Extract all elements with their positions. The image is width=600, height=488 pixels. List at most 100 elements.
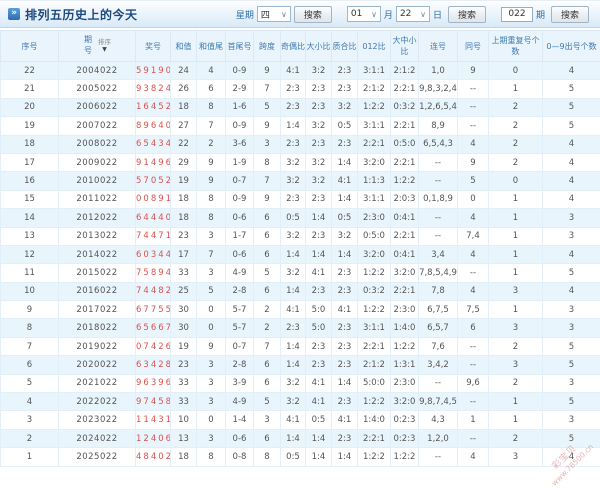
cell-same: -- (457, 79, 489, 99)
cell-odd-even: 1:4 (280, 336, 306, 357)
cell-big-small: 3:2 (305, 152, 332, 173)
weekday-select[interactable]: 四 ∨ (256, 6, 291, 22)
cell-same: -- (457, 116, 489, 136)
cell-odd-even: 2:3 (280, 134, 306, 154)
date-search-button[interactable]: 搜索 (447, 5, 486, 23)
month-label: 月 (383, 10, 393, 21)
cell-same: 1 (457, 410, 489, 430)
cell-prev-repeat: 2 (488, 97, 543, 118)
cell-big-mid-small: 0:2:3 (390, 428, 419, 449)
col-prev-repeat: 上期重复号个数 (488, 30, 543, 62)
title-bar: » 排列五历史上的今天 星期 四 ∨ 搜索 01 ∨ 月 22 ∨ 日 搜索 0… (0, 1, 600, 28)
cell-sum: 18 (170, 447, 197, 467)
cell-first-last: 0-8 (225, 447, 254, 467)
cell-serial: 14 (0, 208, 59, 228)
table-body: 22 2004022 59190 24 4 0-9 9 4:1 3:2 2:3 3:1:1 2:1:2… (0, 60, 600, 467)
cell-sum-tail: 8 (196, 97, 226, 118)
cell-prev-repeat: 1 (488, 300, 543, 320)
sort-label: 排序 (98, 38, 111, 47)
cell-prize: 64440 (135, 208, 171, 228)
cell-big-mid-small: 3:2:0 (390, 263, 419, 283)
cell-digit-count: 5 (542, 336, 600, 357)
col-prize: 奖号 (135, 30, 171, 62)
cell-prime-composite: 2:3 (331, 134, 358, 154)
cell-012-ratio: 1:2:2 (357, 300, 391, 320)
month-select-value: 01 (350, 9, 363, 19)
table-row: 17 2009022 91496 29 9 1-9 8 3:2 3:2 1:4 3:2:0 2:2:1… (0, 152, 600, 173)
col-consecutive: 连号 (418, 30, 458, 62)
cell-prize: 48402 (135, 447, 171, 467)
cell-012-ratio: 3:1:1 (357, 318, 391, 338)
month-select[interactable]: 01 ∨ (346, 6, 381, 22)
cell-sum-tail: 0 (196, 410, 226, 430)
cell-consecutive: 7,8 (418, 281, 458, 302)
cell-consecutive: 9,8,3,2,4 (418, 79, 458, 99)
cell-span: 7 (253, 171, 281, 191)
cell-sum: 23 (170, 355, 197, 375)
cell-digit-count: 3 (542, 410, 600, 430)
cell-serial: 5 (0, 373, 59, 394)
table-row: 6 2020022 63428 23 3 2-8 6 1:4 2:3 2:3 2:1:2 1:3:1 3… (0, 355, 600, 375)
cell-prime-composite: 1:4 (331, 189, 358, 210)
cell-serial: 8 (0, 318, 59, 338)
cell-sum-tail: 8 (196, 447, 226, 467)
table-row: 10 2016022 74482 25 5 2-8 6 1:4 2:3 2:3 0:3:2 2:2:1… (0, 281, 600, 302)
table-row: 14 2012022 64440 18 8 0-6 6 0:5 1:4 0:5 2:3:0 0:4:1… (0, 208, 600, 228)
cell-same: 4 (457, 208, 489, 228)
cell-sum: 24 (170, 60, 197, 81)
cell-span: 5 (253, 97, 281, 118)
col-digit-count: 0—9出号个数 (542, 30, 600, 62)
cell-serial: 18 (0, 134, 59, 154)
cell-first-last: 2-9 (225, 79, 254, 99)
cell-012-ratio: 2:2:1 (357, 428, 391, 449)
table-row: 4 2022022 97458 33 3 4-9 5 3:2 4:1 2:3 1:2:2 3:2:0 9… (0, 392, 600, 412)
cell-big-small: 3:2 (305, 60, 332, 81)
cell-prev-repeat: 2 (488, 336, 543, 357)
cell-same: -- (457, 263, 489, 283)
cell-consecutive: 3,4 (418, 244, 458, 265)
cell-serial: 12 (0, 244, 59, 265)
cell-first-last: 0-9 (225, 60, 254, 81)
cell-span: 6 (253, 208, 281, 228)
col-same: 同号 (457, 30, 489, 62)
issue-number-input[interactable] (500, 6, 533, 22)
cell-span: 8 (253, 152, 281, 173)
cell-sum-tail: 9 (196, 336, 226, 357)
cell-first-last: 0-9 (225, 189, 254, 210)
cell-digit-count: 3 (542, 226, 600, 246)
cell-span: 3 (253, 410, 281, 430)
issue-search-button[interactable]: 搜索 (550, 5, 589, 23)
cell-digit-count: 3 (542, 300, 600, 320)
cell-issue: 2022022 (58, 392, 136, 412)
col-big-small: 大小比 (305, 30, 332, 62)
weekday-search-button[interactable]: 搜索 (293, 5, 332, 23)
issue-sort-control[interactable]: 排序 ▼ (98, 39, 111, 53)
cell-first-last: 0-9 (225, 116, 254, 136)
cell-012-ratio: 2:1:2 (357, 355, 391, 375)
cell-012-ratio: 2:2:1 (357, 336, 391, 357)
cell-012-ratio: 5:0:0 (357, 373, 391, 394)
cell-first-last: 3-6 (225, 134, 254, 154)
cell-big-mid-small: 2:3:0 (390, 373, 419, 394)
cell-digit-count: 3 (542, 208, 600, 228)
cell-issue: 2016022 (58, 281, 136, 302)
cell-big-small: 5:0 (305, 300, 332, 320)
cell-sum-tail: 9 (196, 171, 226, 191)
chevron-down-icon: ∨ (371, 9, 377, 19)
cell-prev-repeat: 1 (488, 392, 543, 412)
cell-prize: 89640 (135, 116, 171, 136)
cell-consecutive: -- (418, 171, 458, 191)
cell-prime-composite: 3:2 (331, 226, 358, 246)
day-select[interactable]: 22 ∨ (395, 6, 430, 22)
cell-sum: 29 (170, 152, 197, 173)
cell-issue: 2023022 (58, 410, 136, 430)
cell-012-ratio: 0:3:2 (357, 281, 391, 302)
cell-prize: 74471 (135, 226, 171, 246)
cell-span: 6 (253, 428, 281, 449)
cell-big-mid-small: 2:2:1 (390, 79, 419, 99)
cell-prize: 93824 (135, 79, 171, 99)
cell-serial: 10 (0, 281, 59, 302)
weekday-select-value: 四 (260, 10, 270, 21)
cell-big-mid-small: 0:5:0 (390, 134, 419, 154)
table-row: 7 2019022 07426 19 9 0-7 7 1:4 2:3 2:3 2:2:1 1:2:2 7… (0, 336, 600, 357)
